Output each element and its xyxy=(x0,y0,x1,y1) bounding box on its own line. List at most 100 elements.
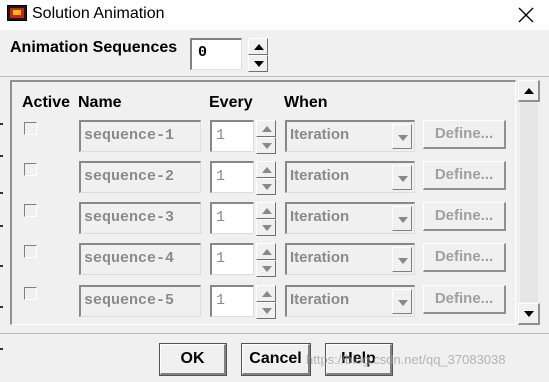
background-sliver xyxy=(0,155,3,157)
background-sliver xyxy=(0,123,3,125)
chevron-down-icon xyxy=(398,258,408,264)
arrow-down-icon xyxy=(254,61,264,67)
animation-sequences-input[interactable]: 0 xyxy=(190,38,242,70)
dropdown-arrow[interactable] xyxy=(392,206,412,231)
spinner-up-button[interactable] xyxy=(256,202,276,219)
sequence-name-field[interactable]: sequence-5 xyxy=(79,285,201,317)
spinner-down-button[interactable] xyxy=(256,302,276,319)
fluent-app-icon xyxy=(7,5,27,21)
column-header-name: Name xyxy=(78,94,122,111)
arrow-up-icon xyxy=(262,126,272,132)
when-dropdown[interactable]: Iteration xyxy=(285,161,415,193)
sequence-name-field[interactable]: sequence-2 xyxy=(79,161,201,193)
spinner-down-button[interactable] xyxy=(256,260,276,277)
every-spinner xyxy=(256,120,276,154)
watermark: https://blog.csdn.net/qq_37083038 xyxy=(306,352,506,367)
arrow-up-icon xyxy=(262,208,272,214)
spinner-down-button[interactable] xyxy=(248,55,268,72)
close-icon xyxy=(518,7,534,23)
arrow-down-icon xyxy=(262,308,272,314)
arrow-up-icon xyxy=(262,249,272,255)
arrow-up-icon xyxy=(254,44,264,50)
spinner-down-button[interactable] xyxy=(256,137,276,154)
define-button[interactable]: Define... xyxy=(423,120,506,149)
close-button[interactable] xyxy=(503,0,549,30)
solution-animation-dialog: Solution Animation Animation Sequences 0… xyxy=(0,0,549,382)
when-dropdown-value: Iteration xyxy=(290,126,350,143)
spinner-up-button[interactable] xyxy=(256,120,276,137)
background-sliver xyxy=(0,225,3,227)
define-button[interactable]: Define... xyxy=(423,161,506,190)
sequence-name-field[interactable]: sequence-4 xyxy=(79,243,201,275)
active-checkbox[interactable] xyxy=(24,204,37,217)
every-field[interactable]: 1 xyxy=(210,202,254,234)
every-field[interactable]: 1 xyxy=(210,243,254,275)
active-checkbox[interactable] xyxy=(24,245,37,258)
every-spinner xyxy=(256,243,276,277)
spinner-up-button[interactable] xyxy=(256,285,276,302)
sequence-name-field[interactable]: sequence-1 xyxy=(79,120,201,152)
spinner-down-button[interactable] xyxy=(256,219,276,236)
divider xyxy=(0,76,549,77)
every-field[interactable]: 1 xyxy=(210,161,254,193)
column-header-when: When xyxy=(284,94,328,111)
when-dropdown[interactable]: Iteration xyxy=(285,243,415,275)
spinner-up-button[interactable] xyxy=(256,161,276,178)
window-title: Solution Animation xyxy=(32,5,165,22)
cancel-button[interactable]: Cancel xyxy=(241,343,311,376)
scroll-up-button[interactable] xyxy=(518,80,540,102)
animation-sequences-label: Animation Sequences xyxy=(10,39,178,56)
divider xyxy=(0,333,549,334)
vertical-scrollbar[interactable] xyxy=(518,80,540,325)
title-bar: Solution Animation xyxy=(0,0,549,30)
when-dropdown-value: Iteration xyxy=(290,208,350,225)
chevron-down-icon xyxy=(398,176,408,182)
scroll-track[interactable] xyxy=(520,102,538,302)
every-field[interactable]: 1 xyxy=(210,285,254,317)
sequence-name-field[interactable]: sequence-3 xyxy=(79,202,201,234)
dropdown-arrow[interactable] xyxy=(392,165,412,190)
active-checkbox[interactable] xyxy=(24,122,37,135)
chevron-down-icon xyxy=(398,217,408,223)
column-header-active: Active xyxy=(22,94,71,111)
define-button[interactable]: Define... xyxy=(423,202,506,231)
when-dropdown-value: Iteration xyxy=(290,291,350,308)
background-sliver xyxy=(0,265,3,267)
arrow-up-icon xyxy=(262,291,272,297)
when-dropdown[interactable]: Iteration xyxy=(285,120,415,152)
dropdown-arrow[interactable] xyxy=(392,247,412,272)
when-dropdown[interactable]: Iteration xyxy=(285,285,415,317)
animation-sequences-spinner xyxy=(248,38,268,72)
arrow-down-icon xyxy=(262,225,272,231)
ok-button[interactable]: OK xyxy=(159,343,227,376)
every-spinner xyxy=(256,285,276,319)
when-dropdown-value: Iteration xyxy=(290,249,350,266)
active-checkbox[interactable] xyxy=(24,163,37,176)
scroll-down-button[interactable] xyxy=(518,303,540,325)
arrow-down-icon xyxy=(524,311,534,317)
arrow-up-icon xyxy=(262,167,272,173)
background-sliver xyxy=(0,348,3,350)
every-field[interactable]: 1 xyxy=(210,120,254,152)
chevron-down-icon xyxy=(398,135,408,141)
spinner-up-button[interactable] xyxy=(256,243,276,260)
active-checkbox[interactable] xyxy=(24,287,37,300)
arrow-down-icon xyxy=(262,266,272,272)
column-header-every: Every xyxy=(209,94,253,111)
when-dropdown-value: Iteration xyxy=(290,167,350,184)
dropdown-arrow[interactable] xyxy=(392,289,412,314)
background-sliver xyxy=(0,192,3,194)
spinner-up-button[interactable] xyxy=(248,38,268,55)
when-dropdown[interactable]: Iteration xyxy=(285,202,415,234)
define-button[interactable]: Define... xyxy=(423,243,506,272)
define-button[interactable]: Define... xyxy=(423,285,506,314)
every-spinner xyxy=(256,161,276,195)
arrow-down-icon xyxy=(262,143,272,149)
spinner-down-button[interactable] xyxy=(256,178,276,195)
arrow-up-icon xyxy=(524,88,534,94)
dropdown-arrow[interactable] xyxy=(392,124,412,149)
background-sliver xyxy=(0,306,3,308)
arrow-down-icon xyxy=(262,184,272,190)
every-spinner xyxy=(256,202,276,236)
chevron-down-icon xyxy=(398,300,408,306)
